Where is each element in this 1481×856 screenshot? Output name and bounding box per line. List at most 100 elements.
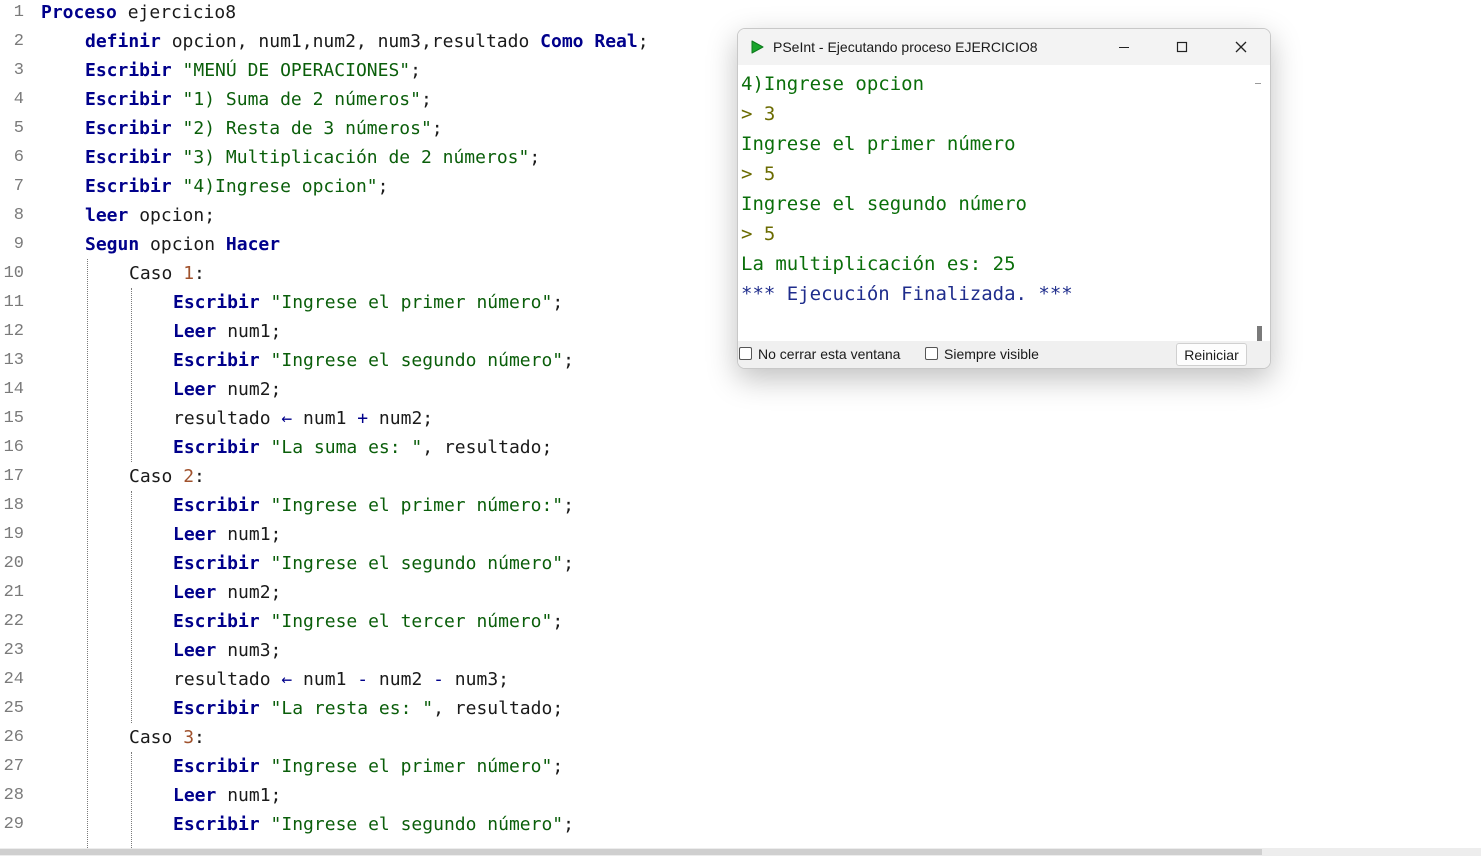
- always-visible-checkbox[interactable]: [925, 347, 938, 360]
- code-token: num3;: [443, 669, 509, 690]
- string-token: "2) Resta de 3 números": [182, 118, 432, 139]
- string-token: "Ingrese el primer número": [270, 292, 553, 313]
- line-number: 7: [13, 177, 24, 196]
- line-number: 8: [13, 206, 24, 225]
- indent-guide: [131, 752, 132, 848]
- operator-token: +: [357, 408, 369, 429]
- code-token: num2;: [368, 408, 434, 429]
- keyword-token: Escribir: [173, 756, 260, 777]
- code-line[interactable]: 18 Escribir "Ingrese el primer número:";: [0, 492, 1481, 521]
- line-number: 5: [13, 119, 24, 138]
- code-text: Escribir "Ingrese el primer número";: [173, 753, 563, 780]
- code-line[interactable]: 28 Leer num1;: [0, 782, 1481, 811]
- line-number: 27: [3, 757, 24, 776]
- operator-token: -: [357, 669, 369, 690]
- keyword-token: Escribir: [173, 698, 260, 719]
- console-output[interactable]: 4)Ingrese opcion > 3 Ingrese el primer núm…: [738, 65, 1250, 341]
- code-line[interactable]: 27 Escribir "Ingrese el primer número";: [0, 753, 1481, 782]
- line-number: 2: [13, 32, 24, 51]
- no-close-label[interactable]: No cerrar esta ventana: [758, 341, 900, 368]
- string-token: "1) Suma de 2 números": [182, 89, 421, 110]
- code-line[interactable]: 22 Escribir "Ingrese el tercer número";: [0, 608, 1481, 637]
- code-token: ;: [377, 176, 389, 197]
- keyword-token: Hacer: [225, 234, 281, 255]
- keyword-token: Escribir: [85, 118, 172, 139]
- keyword-token: Escribir: [173, 437, 260, 458]
- line-number: 12: [3, 322, 24, 341]
- line-number: 22: [3, 612, 24, 631]
- code-text: Caso 1:: [129, 260, 205, 287]
- horizontal-scrollbar-thumb[interactable]: [0, 849, 1262, 855]
- code-line[interactable]: 19 Leer num1;: [0, 521, 1481, 550]
- code-text: Leer num2;: [173, 579, 281, 606]
- code-line[interactable]: 25 Escribir "La resta es: ", resultado;: [0, 695, 1481, 724]
- code-token: num1: [292, 408, 358, 429]
- code-line[interactable]: 15 resultado ← num1 + num2;: [0, 405, 1481, 434]
- string-token: "Ingrese el primer número": [270, 756, 553, 777]
- string-token: "Ingrese el segundo número": [270, 350, 564, 371]
- keyword-token: Escribir: [173, 292, 260, 313]
- code-text: resultado ← num1 - num2 - num3;: [173, 666, 509, 693]
- code-token: ;: [563, 495, 574, 516]
- code-line[interactable]: 23 Leer num3;: [0, 637, 1481, 666]
- code-text: Escribir "3) Multiplicación de 2 números…: [85, 144, 540, 171]
- line-number: 6: [13, 148, 24, 167]
- code-text: Leer num2;: [173, 376, 281, 403]
- close-button[interactable]: [1212, 29, 1270, 65]
- keyword-token: Leer: [173, 321, 217, 342]
- keyword-token: Escribir: [173, 495, 260, 516]
- code-line[interactable]: 26 Caso 3:: [0, 724, 1481, 753]
- number-token: 1: [183, 263, 195, 284]
- code-line[interactable]: 24 resultado ← num1 - num2 - num3;: [0, 666, 1481, 695]
- indent-guide: [131, 288, 132, 462]
- string-token: "Ingrese el primer número:": [270, 495, 564, 516]
- keyword-token: Leer: [173, 785, 217, 806]
- code-token: Caso: [129, 727, 184, 748]
- no-close-checkbox[interactable]: [739, 347, 752, 360]
- code-line[interactable]: 21 Leer num2;: [0, 579, 1481, 608]
- code-token: ;: [563, 553, 574, 574]
- code-token: ;: [552, 756, 564, 777]
- code-token: num1;: [216, 785, 282, 806]
- restart-button[interactable]: Reiniciar: [1176, 343, 1247, 366]
- string-token: "La suma es: ": [270, 437, 423, 458]
- keyword-token: Escribir: [173, 350, 260, 371]
- code-token: :: [194, 263, 205, 284]
- window-titlebar[interactable]: PSeInt - Ejecutando proceso EJERCICIO8: [738, 29, 1270, 65]
- code-token: opcion, num1,num2, num3,resultado: [160, 31, 541, 52]
- code-line[interactable]: 1 Proceso ejercicio8: [0, 0, 1481, 28]
- code-text: Proceso ejercicio8: [41, 0, 236, 26]
- line-number: 24: [3, 670, 24, 689]
- code-text: Escribir "4)Ingrese opcion";: [85, 173, 388, 200]
- vertical-scrollbar[interactable]: [1250, 65, 1270, 346]
- horizontal-scrollbar[interactable]: [0, 848, 1481, 856]
- line-number: 15: [3, 409, 24, 428]
- code-line[interactable]: 29 Escribir "Ingrese el segundo número";: [0, 811, 1481, 840]
- code-text: Caso 2:: [129, 463, 205, 490]
- console-input-line: > 5: [741, 163, 776, 185]
- maximize-button[interactable]: [1153, 29, 1211, 65]
- code-token: :: [194, 466, 205, 487]
- code-token: num1;: [216, 321, 282, 342]
- keyword-token: Escribir: [173, 611, 260, 632]
- code-line[interactable]: 17 Caso 2:: [0, 463, 1481, 492]
- code-text: Escribir "1) Suma de 2 números";: [85, 86, 432, 113]
- code-line[interactable]: 14 Leer num2;: [0, 376, 1481, 405]
- minimize-button[interactable]: [1095, 29, 1153, 65]
- code-token: Caso: [129, 466, 184, 487]
- operator-token: -: [433, 669, 444, 690]
- code-text: Leer num1;: [173, 782, 281, 809]
- console-output-line: La multiplicación es: 25: [741, 253, 1016, 275]
- keyword-token: Real: [594, 31, 638, 52]
- line-number: 28: [3, 786, 24, 805]
- code-token: ;: [552, 292, 564, 313]
- code-line[interactable]: 20 Escribir "Ingrese el segundo número";: [0, 550, 1481, 579]
- execution-window: PSeInt - Ejecutando proceso EJERCICIO8 4…: [737, 28, 1271, 369]
- code-line[interactable]: 16 Escribir "La suma es: ", resultado;: [0, 434, 1481, 463]
- line-number: 25: [3, 699, 24, 718]
- always-visible-label[interactable]: Siempre visible: [944, 341, 1039, 368]
